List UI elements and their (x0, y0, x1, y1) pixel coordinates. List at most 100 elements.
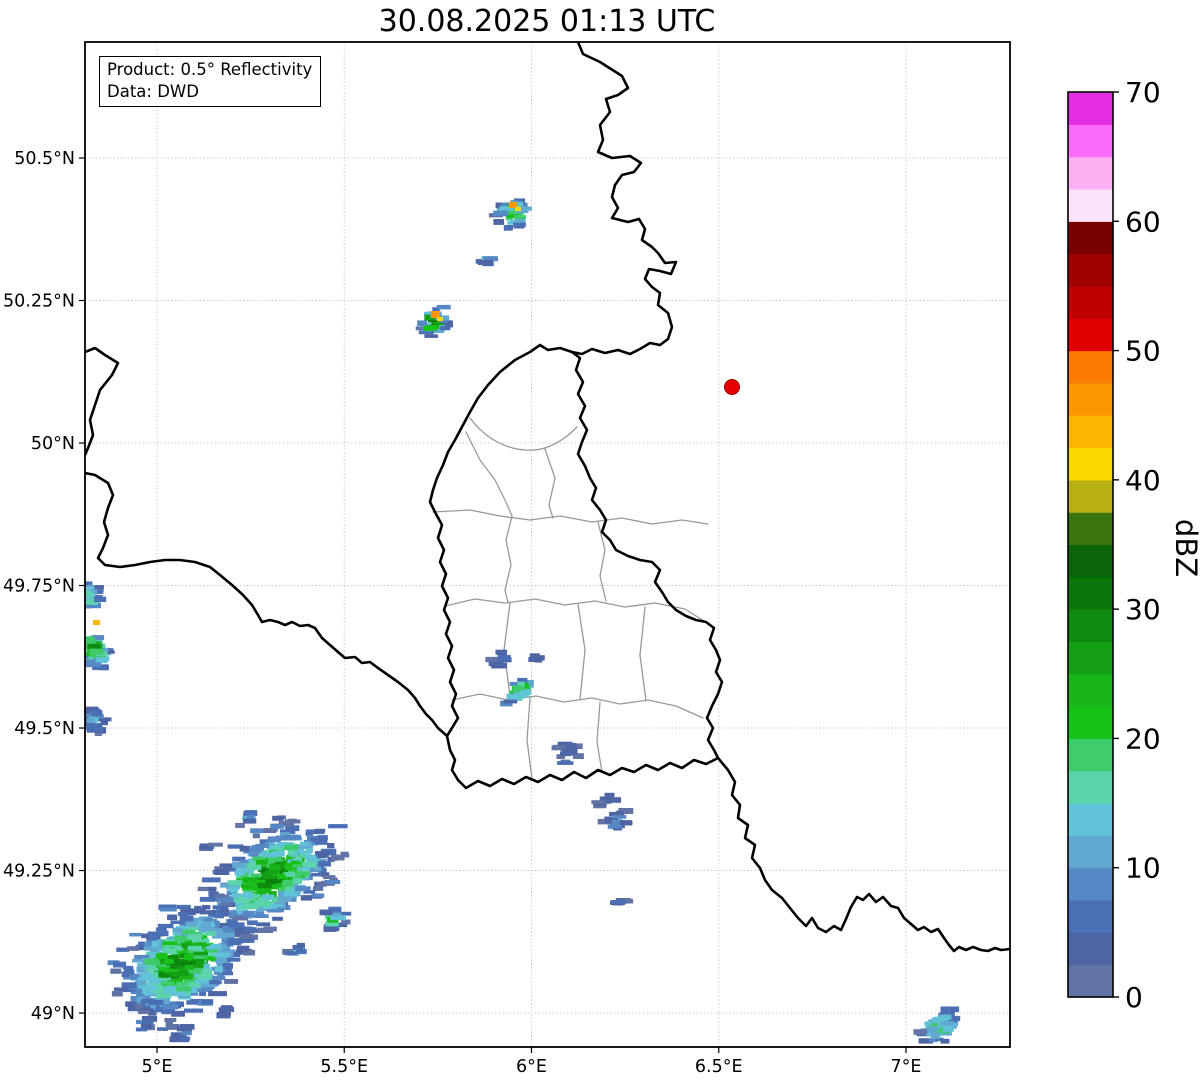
radar-echo-bin (942, 1026, 954, 1032)
radar-echo-bin (330, 854, 345, 861)
radar-echo-bin (286, 834, 301, 840)
radar-echo-bin (264, 870, 278, 875)
colorbar-segment (1068, 609, 1113, 643)
radar-echo-bin (172, 927, 183, 933)
colorbar-tick-label: 30 (1125, 593, 1161, 626)
radar-echo-bin (292, 880, 303, 884)
radar-echo-bin (147, 931, 164, 937)
radar-echo-bin (91, 710, 103, 716)
radar-echo-bin (156, 953, 168, 958)
radar-echo-bin (417, 320, 427, 326)
radar-echo-bin (285, 951, 297, 956)
colorbar-tick-label: 20 (1125, 722, 1161, 755)
radar-echo-bin (477, 260, 493, 266)
radar-echo-bin (124, 969, 135, 975)
colorbar-axis-label: dBZ (1169, 519, 1202, 577)
country-borders (85, 42, 1010, 953)
radar-echo-bin (493, 210, 508, 217)
colorbar-segment (1068, 738, 1113, 772)
x-tick-label: 5°E (142, 1057, 173, 1077)
radar-echo-bin (176, 904, 191, 910)
radar-echo-bin (485, 656, 499, 663)
radar-echo-bin (495, 649, 507, 655)
colorbar-segment (1068, 706, 1113, 740)
colorbar-segment (1068, 350, 1113, 384)
radar-echo-bin (232, 916, 249, 921)
radar-echo-bin (180, 1024, 195, 1030)
radar-echo-bin (239, 845, 251, 852)
radar-echo-bin (111, 991, 123, 997)
colorbar-segment (1068, 156, 1113, 190)
radar-echo-bin (263, 926, 277, 932)
x-tick-label: 7°E (891, 1057, 922, 1077)
radar-echo-bin (247, 864, 262, 871)
radar-echo-bin (305, 830, 314, 836)
radar-echo-bin (145, 960, 161, 966)
radar-echo-bin (214, 966, 224, 973)
radar-echo-bin (940, 1021, 954, 1026)
radar-echo-bin (73, 644, 84, 649)
radar-echo-bin (168, 955, 179, 960)
radar-echo-bin (211, 975, 226, 981)
radar-echo-bin (181, 929, 196, 935)
radar-echo-bin (214, 869, 229, 875)
radar-echo-bin (162, 941, 178, 946)
radar-echoes (73, 198, 961, 1044)
radar-echo-bin (290, 860, 301, 865)
radar-echo-bin (85, 600, 95, 605)
radar-echo-bin (314, 828, 326, 833)
radar-echo-bin (239, 934, 254, 939)
colorbar-segment (1068, 576, 1113, 610)
radar-echo-bin (96, 656, 110, 661)
radar-echo-bin (227, 880, 244, 886)
colorbar-tick-label: 60 (1125, 205, 1161, 238)
radar-echo-bin (85, 662, 102, 668)
radar-echo-bin (267, 857, 279, 861)
radar-echo-bin (148, 1000, 164, 1006)
radar-echo-bin (199, 896, 215, 902)
radar-echo-bin (86, 718, 96, 723)
radar-echo-bin (323, 875, 336, 880)
radar-echo-bin (202, 877, 221, 883)
canton-border (432, 509, 709, 525)
radar-echo-bin (207, 842, 223, 847)
radar-echo-bin (201, 905, 211, 910)
radar-echo-bin (209, 980, 222, 985)
axis-tick-labels: 5°E 5.5°E 6°E 6.5°E 7°E 50.5°N 50.25°N 50°N 49.7… (3, 149, 921, 1077)
radar-echo-bin (179, 981, 188, 986)
colorbar-segment (1068, 835, 1113, 869)
radar-echo-bin (314, 851, 331, 855)
radar-echo-bin (160, 981, 175, 986)
radar-echo-bin (270, 824, 285, 829)
radar-echo-bin (488, 661, 504, 667)
radar-echo-bin (249, 852, 259, 857)
radar-echo-bin (162, 1003, 178, 1010)
radar-echo-bin (88, 643, 100, 649)
colorbar-segment (1068, 415, 1113, 449)
colorbar-tick-label: 0 (1125, 981, 1143, 1014)
colorbar-segment (1068, 512, 1113, 546)
radar-echo-bin (178, 912, 189, 917)
radar-echo-bin (262, 853, 277, 858)
radar-echo-bin (242, 891, 253, 898)
radar-echo-bin (295, 871, 310, 877)
radar-echo-bin (514, 215, 526, 220)
radar-echo-bin (331, 912, 342, 917)
radar-echo-bin (623, 820, 633, 825)
radar-echo-bin (272, 815, 284, 821)
radar-echo-bin (300, 895, 312, 901)
colorbar-segment (1068, 770, 1113, 804)
colorbar: 0 10 20 30 40 50 60 70 dBZ (1067, 76, 1202, 1014)
radar-echo-bin (512, 685, 522, 692)
radar-echo-bin (164, 958, 174, 964)
radar-echo-core-bin (515, 207, 521, 211)
radar-echo-bin (204, 931, 217, 936)
colorbar-segment (1068, 92, 1113, 125)
y-tick-label: 49°N (31, 1004, 75, 1024)
colorbar-segment (1068, 932, 1113, 966)
radar-echo-bin (213, 952, 229, 958)
radar-echo-bin (933, 1016, 947, 1021)
radar-figure: { "title": "30.08.2025 01:13 UTC", "anno… (0, 0, 1202, 1081)
colorbar-segment (1068, 900, 1113, 933)
radar-echo-bin (220, 902, 233, 907)
